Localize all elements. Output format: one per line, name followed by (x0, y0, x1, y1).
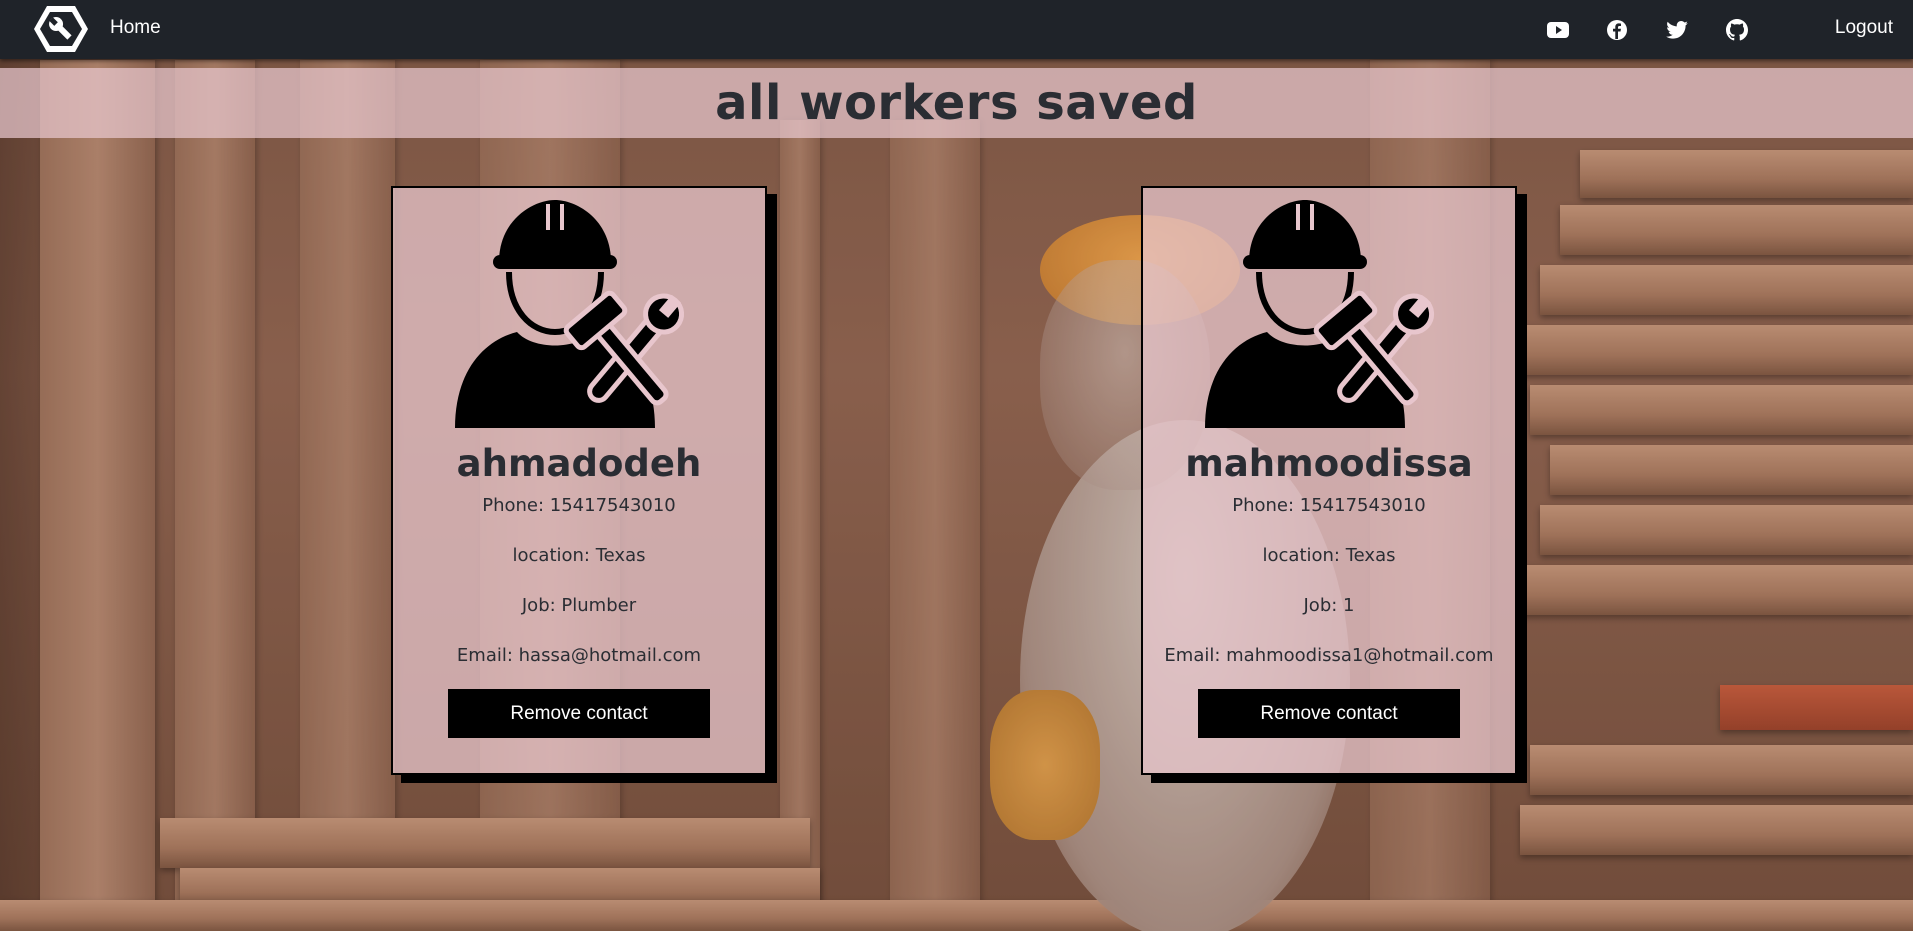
worker-email: Email: hassa@hotmail.com (456, 645, 702, 666)
worker-job: Job: Plumber (521, 595, 637, 616)
github-icon[interactable] (1724, 17, 1750, 43)
worker-location: location: Texas (512, 545, 646, 566)
worker-phone: Phone: 15417543010 (1232, 495, 1426, 516)
navbar: Home Logout (0, 0, 1913, 59)
twitter-icon[interactable] (1664, 17, 1690, 43)
remove-contact-button[interactable]: Remove contact (1198, 689, 1460, 738)
worker-icon (455, 200, 685, 428)
remove-contact-button[interactable]: Remove contact (448, 689, 710, 738)
nav-home-link[interactable]: Home (110, 17, 161, 39)
worker-name: ahmadodeh (456, 442, 702, 485)
worker-job: Job: 1 (1303, 595, 1355, 616)
worker-location: location: Texas (1262, 545, 1396, 566)
worker-email: Email: mahmoodissa1@hotmail.com (1164, 645, 1494, 666)
worker-card: ahmadodeh Phone: 15417543010 location: T… (391, 186, 767, 775)
logo-icon[interactable] (34, 4, 88, 54)
youtube-icon[interactable] (1545, 17, 1571, 43)
logout-link[interactable]: Logout (1835, 17, 1893, 39)
title-band: all workers saved (0, 68, 1913, 138)
worker-name: mahmoodissa (1185, 442, 1473, 485)
worker-icon (1205, 200, 1435, 428)
facebook-icon[interactable] (1604, 17, 1630, 43)
worker-card: mahmoodissa Phone: 15417543010 location:… (1141, 186, 1517, 775)
worker-phone: Phone: 15417543010 (482, 495, 676, 516)
background-image (0, 0, 1913, 931)
page-title: all workers saved (715, 75, 1198, 131)
